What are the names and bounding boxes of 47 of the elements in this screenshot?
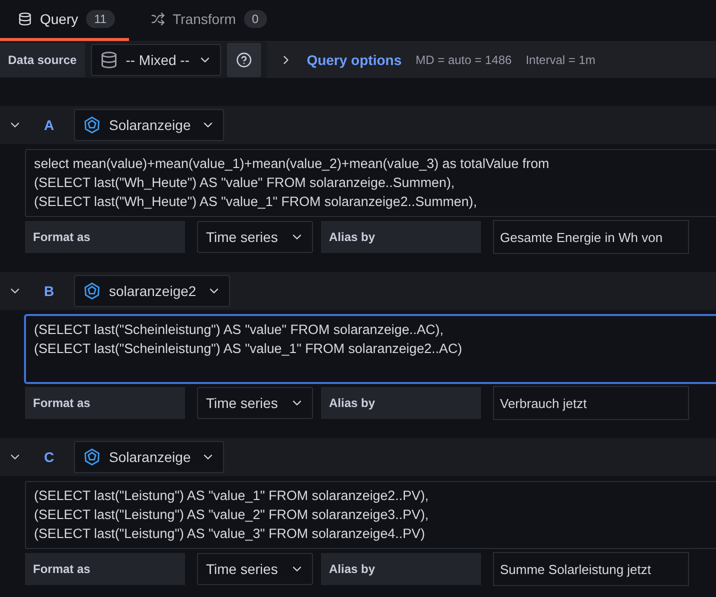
polyhedron-icon bbox=[83, 448, 101, 466]
database-icon bbox=[18, 12, 32, 26]
data-source-select[interactable]: -- Mixed -- bbox=[90, 44, 221, 76]
tab-label: Query bbox=[40, 11, 78, 27]
format-label: Format as bbox=[25, 221, 185, 253]
polyhedron-icon bbox=[83, 282, 101, 300]
query-editor[interactable]: (SELECT last("Leistung") AS "value_1" FROM solaranzeige2..PV), (SELECT last("Leistung") AS "value_2" FROM solaranzeige3..PV), (SELECT last("Leistung") AS "value_3" FROM solaranzeige4..PV) bbox=[25, 481, 716, 549]
interval-text: Interval = 1m bbox=[526, 53, 596, 67]
count-badge: 0 bbox=[244, 10, 267, 28]
code-line: (SELECT last("Leistung") AS "value_2" FROM solaranzeige3..PV), bbox=[34, 506, 430, 524]
alias-input[interactable]: Summe Solarleistung jetzt bbox=[493, 552, 689, 586]
datasource-select[interactable]: solaranzeige2 bbox=[74, 275, 230, 307]
count-badge: 11 bbox=[86, 10, 115, 28]
query-editor[interactable] bbox=[25, 149, 716, 217]
query-ref: A bbox=[43, 117, 56, 133]
alias-input[interactable]: Verbrauch jetzt bbox=[493, 386, 689, 420]
tab[interactable]: Transform 0 bbox=[132, 0, 281, 41]
datasource-select[interactable]: Solaranzeige bbox=[74, 109, 224, 141]
query-ref: C bbox=[43, 449, 56, 465]
code-line: (SELECT last("Scheinleistung") AS "value" FROM solaranzeige..AC), bbox=[34, 321, 444, 339]
code-line: (SELECT last("Leistung") AS "value_3" FROM solaranzeige4..PV) bbox=[34, 525, 426, 543]
code-line: (SELECT last("Leistung") AS "value_1" FROM solaranzeige2..PV), bbox=[34, 487, 430, 505]
format-label: Format as bbox=[25, 553, 185, 585]
format-label: Format as bbox=[25, 387, 185, 419]
code-line: (SELECT last("Wh_Heute") AS "value_1" FROM solaranzeige2..Summen), bbox=[34, 193, 478, 211]
polyhedron-icon bbox=[83, 116, 101, 134]
help-icon bbox=[236, 52, 252, 68]
code-line: (SELECT last("Wh_Heute") AS "value" FROM solaranzeige..Summen), bbox=[34, 174, 456, 192]
datasource-select[interactable]: Solaranzeige bbox=[74, 441, 224, 473]
format-select[interactable]: Time series bbox=[197, 221, 313, 253]
code-line: (SELECT last("Scheinleistung") AS "value_1" FROM solaranzeige2..AC) bbox=[34, 340, 464, 358]
query-options-link[interactable]: Query options bbox=[306, 52, 402, 68]
alias-label: Alias by bbox=[321, 221, 481, 253]
data-source-label: Data source bbox=[0, 43, 85, 77]
format-select[interactable]: Time series bbox=[197, 553, 313, 585]
tab-label: Transform bbox=[172, 11, 236, 27]
database-icon bbox=[100, 51, 118, 69]
help-button[interactable] bbox=[226, 43, 261, 77]
alias-input[interactable]: Gesamte Energie in Wh von bbox=[493, 220, 689, 254]
code-line: select mean(value)+mean(value_1)+mean(value_2)+mean(value_3) as totalValue from bbox=[34, 155, 550, 173]
transform-icon bbox=[150, 12, 165, 26]
query-editor[interactable]: (SELECT last("Scheinleistung") AS "value" FROM solaranzeige..AC), (SELECT last("Scheinleistung") AS "value_1" FROM solaranzeige2..AC) bbox=[25, 315, 716, 383]
format-select[interactable]: Time series bbox=[197, 387, 313, 419]
alias-label: Alias by bbox=[321, 553, 481, 585]
alias-label: Alias by bbox=[321, 387, 481, 419]
query-ref: B bbox=[43, 283, 56, 299]
max-data-points-text: MD = auto = 1486 bbox=[416, 53, 512, 67]
